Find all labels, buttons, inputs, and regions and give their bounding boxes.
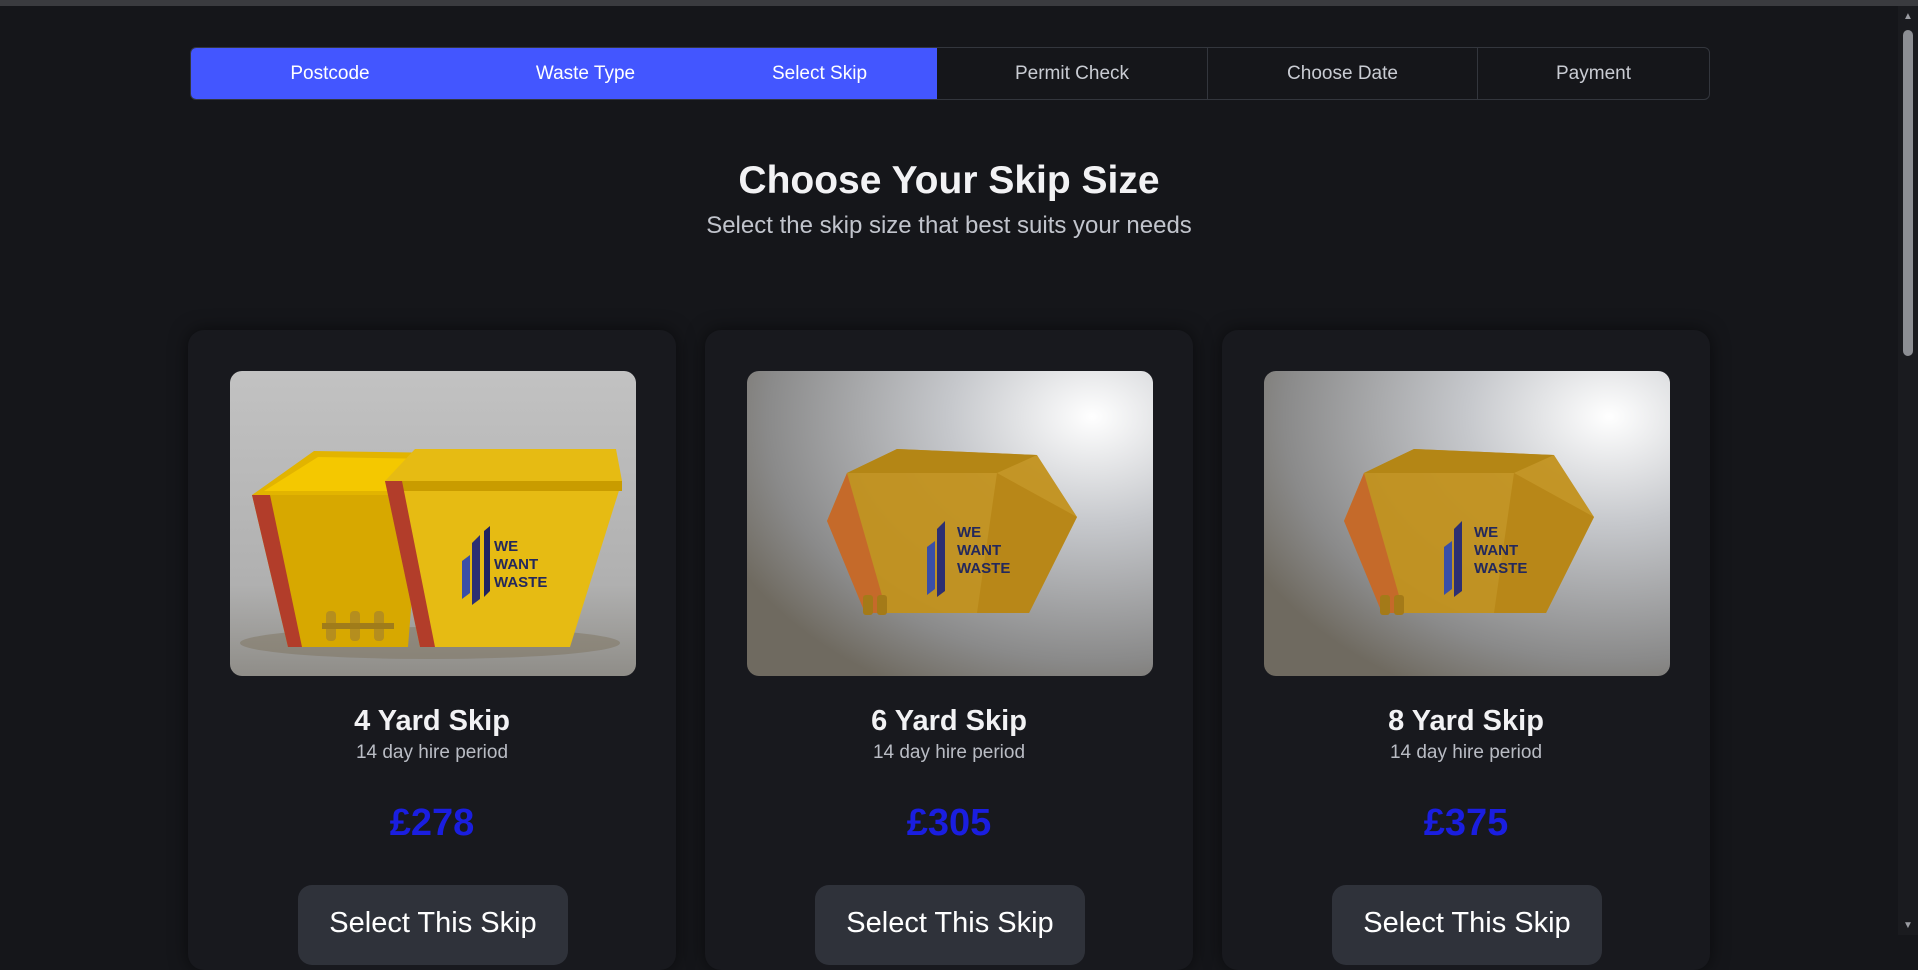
- price: £278: [389, 802, 475, 844]
- hire-period: 14 day hire period: [872, 742, 1026, 763]
- card-title: 6 Yard Skip: [871, 705, 1027, 737]
- skip-card-4-yard: WE WANT WASTE 4 Yard Skip 14 day hire pe…: [188, 330, 676, 970]
- card-title: 4 Yard Skip: [354, 705, 510, 737]
- brand-logo-text: WE: [494, 538, 518, 555]
- brand-logo-text: WE: [957, 524, 981, 541]
- skip-card-8-yard: WE WANT WASTE 8 Yard Skip 14 day hire pe…: [1222, 330, 1710, 970]
- skip-image: WE WANT WASTE: [1264, 371, 1670, 676]
- svg-text:WASTE: WASTE: [1474, 560, 1527, 577]
- svg-text:WANT: WANT: [494, 556, 538, 573]
- step-payment: Payment: [1556, 62, 1631, 84]
- select-skip-button[interactable]: Select This Skip: [815, 885, 1085, 965]
- triangle-down-icon[interactable]: ▼: [1898, 917, 1918, 935]
- step-select-skip[interactable]: Select Skip: [702, 48, 937, 99]
- scrollbar-thumb[interactable]: [1903, 30, 1913, 356]
- svg-text:WASTE: WASTE: [494, 574, 547, 591]
- hire-period: 14 day hire period: [1389, 742, 1543, 763]
- brand-logo-text: WE: [1474, 524, 1498, 541]
- svg-text:WASTE: WASTE: [957, 560, 1010, 577]
- page: Postcode Waste Type Select Skip Permit C…: [0, 6, 1898, 970]
- price: £375: [1423, 802, 1509, 844]
- page-title: Choose Your Skip Size: [738, 159, 1160, 202]
- step-waste-type[interactable]: Waste Type: [469, 48, 702, 99]
- card-title: 8 Yard Skip: [1388, 705, 1544, 737]
- skip-card-6-yard: WE WANT WASTE 6 Yard Skip 14 day hire pe…: [705, 330, 1193, 970]
- progress-stepper: Postcode Waste Type Select Skip Permit C…: [190, 47, 1710, 100]
- svg-text:WANT: WANT: [1474, 542, 1518, 559]
- vertical-scrollbar[interactable]: ▲ ▼: [1898, 6, 1918, 935]
- page-subtitle: Select the skip size that best suits you…: [706, 212, 1192, 239]
- select-skip-button[interactable]: Select This Skip: [298, 885, 568, 965]
- price: £305: [906, 802, 992, 844]
- select-skip-button[interactable]: Select This Skip: [1332, 885, 1602, 965]
- triangle-up-icon[interactable]: ▲: [1898, 8, 1918, 26]
- step-postcode[interactable]: Postcode: [191, 48, 469, 99]
- step-permit-check: Permit Check: [937, 48, 1208, 99]
- step-choose-date: Choose Date: [1208, 48, 1478, 99]
- svg-text:WANT: WANT: [957, 542, 1001, 559]
- hire-period: 14 day hire period: [355, 742, 509, 763]
- skip-image: WE WANT WASTE: [747, 371, 1153, 676]
- skip-image: WE WANT WASTE: [230, 371, 636, 676]
